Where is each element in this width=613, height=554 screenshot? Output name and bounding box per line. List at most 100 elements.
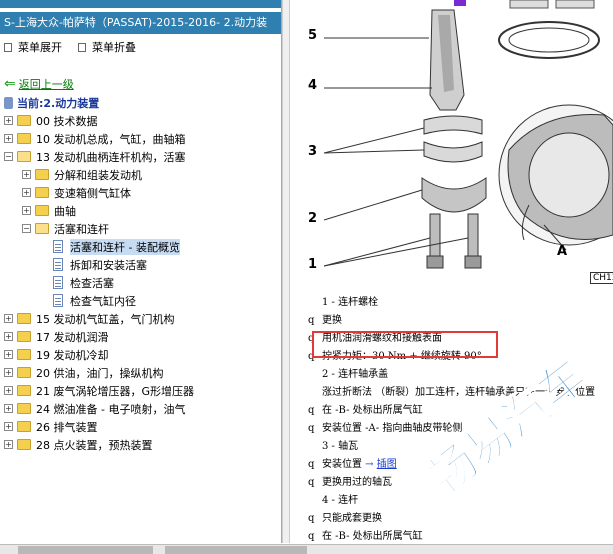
collapse-node-icon[interactable]: − — [22, 224, 31, 233]
tree-item-label: 28 点火装置，预热装置 — [36, 438, 153, 452]
tree-item-label: 19 发动机冷却 — [36, 348, 109, 362]
scroll-thumb-right[interactable] — [165, 546, 307, 554]
bullet-marker: q — [308, 405, 315, 416]
tree-folder-item[interactable]: − 13 发动机曲柄连杆机构，活塞 — [4, 148, 186, 165]
tree-folder-item[interactable]: + 变速箱侧气缸体 — [22, 184, 131, 201]
legend-line: 4 - 连杆 — [308, 492, 613, 510]
legend-line-text: 安装位置 -A- 指向曲轴皮带轮侧 — [322, 423, 463, 434]
expand-node-icon[interactable]: + — [4, 134, 13, 143]
page-icon — [53, 258, 63, 271]
tree-page-item[interactable]: 检查气缸内径 — [40, 292, 136, 309]
tree-folder-item[interactable]: +24 燃油准备 - 电子喷射，油气 — [4, 400, 185, 417]
legend-line: q 更换 — [308, 312, 613, 330]
figure-link[interactable]: 插图 — [377, 459, 397, 470]
tree-item-label: 变速箱侧气缸体 — [54, 186, 131, 200]
expand-node-icon[interactable]: + — [4, 368, 13, 377]
link-arrow-icon: → — [362, 459, 377, 470]
folder-icon — [17, 403, 31, 414]
tree-page-item[interactable]: 拆卸和安装活塞 — [40, 256, 147, 273]
tree-item-label: 曲轴 — [54, 204, 76, 218]
tree-folder-item[interactable]: +15 发动机气缸盖，气门机构 — [4, 310, 175, 327]
callout-4: 4 — [308, 78, 318, 93]
legend-line-text: 只能成套更换 — [322, 513, 382, 524]
folder-icon — [35, 169, 49, 180]
legend-line: q 更换用过的轴瓦 — [308, 474, 613, 492]
back-link[interactable]: ⇐ 返回上一级 — [4, 76, 74, 92]
folder-icon — [17, 439, 31, 450]
tree-item-label: 检查气缸内径 — [70, 294, 136, 308]
tree-folder-item[interactable]: +00 技术数据 — [4, 112, 98, 129]
tree-item-label: 活塞和连杆 - 装配概览 — [70, 238, 180, 255]
horizontal-scrollbar[interactable] — [0, 544, 613, 554]
tree-page-item[interactable]: 活塞和连杆 - 装配概览 — [40, 238, 180, 255]
expand-menu-button[interactable]: 菜单展开 — [4, 39, 62, 55]
splitter[interactable] — [282, 0, 290, 543]
torque-highlight-box — [312, 331, 498, 358]
folder-icon — [17, 313, 31, 324]
back-arrow-icon: ⇐ — [4, 76, 16, 92]
expand-node-icon[interactable]: + — [4, 332, 13, 341]
legend-line: 涨过折断法 （断裂）加工连杆，连杆轴承盖只在一个安装位置 — [308, 384, 613, 402]
tree-folder-item[interactable]: +28 点火装置，预热装置 — [4, 436, 153, 453]
legend-line: 3 - 轴瓦 — [308, 438, 613, 456]
folder-icon — [17, 385, 31, 396]
legend-line-text: 1 - 连杆螺栓 — [322, 297, 379, 308]
tree-folder-item[interactable]: +21 废气涡轮增压器，G形增压器 — [4, 382, 194, 399]
tree-item-label: 检查活塞 — [70, 276, 114, 290]
expand-node-icon[interactable]: + — [4, 422, 13, 431]
tree-item-label: 00 技术数据 — [36, 114, 98, 128]
bullet-marker: q — [308, 423, 315, 434]
page-icon — [53, 240, 63, 253]
legend-line: q 在 -B- 处标出所属气缸 — [308, 528, 613, 543]
expand-node-icon[interactable]: + — [22, 188, 31, 197]
collapse-icon — [78, 42, 86, 52]
collapse-menu-button[interactable]: 菜单折叠 — [78, 39, 136, 55]
callout-3: 3 — [308, 144, 318, 159]
expand-icon — [4, 42, 12, 52]
tree-folder-item[interactable]: + 曲轴 — [22, 202, 76, 219]
callout-a: A — [557, 244, 568, 259]
expand-node-icon[interactable]: + — [4, 350, 13, 359]
folder-icon — [17, 349, 31, 360]
scroll-thumb-left[interactable] — [18, 546, 153, 554]
tree-item-label: 24 燃油准备 - 电子喷射，油气 — [36, 402, 186, 416]
bullet-marker: q — [308, 531, 315, 542]
tree-folder-item[interactable]: +26 排气装置 — [4, 418, 98, 435]
expand-node-icon[interactable]: + — [22, 170, 31, 179]
legend-line: q 只能成套更换 — [308, 510, 613, 528]
expand-node-icon[interactable]: + — [4, 116, 13, 125]
tree-folder-item[interactable]: − 活塞和连杆 — [22, 220, 109, 237]
page-icon — [53, 276, 63, 289]
legend-line-text: 更换 — [322, 315, 342, 326]
folder-open-icon — [35, 223, 49, 234]
expand-node-icon[interactable]: + — [4, 386, 13, 395]
page-icon — [53, 294, 63, 307]
expand-node-icon[interactable]: + — [4, 440, 13, 449]
expand-node-icon[interactable]: + — [4, 314, 13, 323]
callout-2: 2 — [308, 211, 318, 226]
expand-node-icon[interactable]: + — [22, 206, 31, 215]
folder-icon — [17, 421, 31, 432]
tree-folder-item[interactable]: + 分解和组装发动机 — [22, 166, 142, 183]
tree-item-label: 26 排气装置 — [36, 420, 98, 434]
legend-line-text: 3 - 轴瓦 — [322, 441, 359, 452]
legend-line-text: 2 - 连杆轴承盖 — [322, 369, 389, 380]
expand-node-icon[interactable]: + — [4, 404, 13, 413]
tree-folder-item[interactable]: +20 供油，油门，操纵机构 — [4, 364, 164, 381]
legend-line: q 安装位置 -A- 指向曲轴皮带轮侧 — [308, 420, 613, 438]
figure-code: CH13 — [590, 272, 613, 284]
current-location-label: 当前:2.动力装置 — [17, 97, 100, 110]
panel-top-strip — [0, 0, 281, 8]
tree-page-item[interactable]: 检查活塞 — [40, 274, 114, 291]
tree-item-label: 13 发动机曲柄连杆机构，活塞 — [36, 150, 186, 164]
collapse-node-icon[interactable]: − — [4, 152, 13, 161]
left-nav-panel: S-上海大众-帕萨特（PASSAT)-2015-2016- 2.动力装 菜单展开… — [0, 0, 282, 543]
tree-folder-item[interactable]: +17 发动机润滑 — [4, 328, 109, 345]
expand-menu-label: 菜单展开 — [18, 41, 62, 54]
tree-item-label: 10 发动机总成，气缸，曲轴箱 — [36, 132, 186, 146]
tree-item-label: 21 废气涡轮增压器，G形增压器 — [36, 384, 195, 398]
tree-folder-item[interactable]: +19 发动机冷却 — [4, 346, 109, 363]
legend-line-text: 4 - 连杆 — [322, 495, 359, 506]
folder-icon — [17, 115, 31, 126]
tree-folder-item[interactable]: +10 发动机总成，气缸，曲轴箱 — [4, 130, 186, 147]
